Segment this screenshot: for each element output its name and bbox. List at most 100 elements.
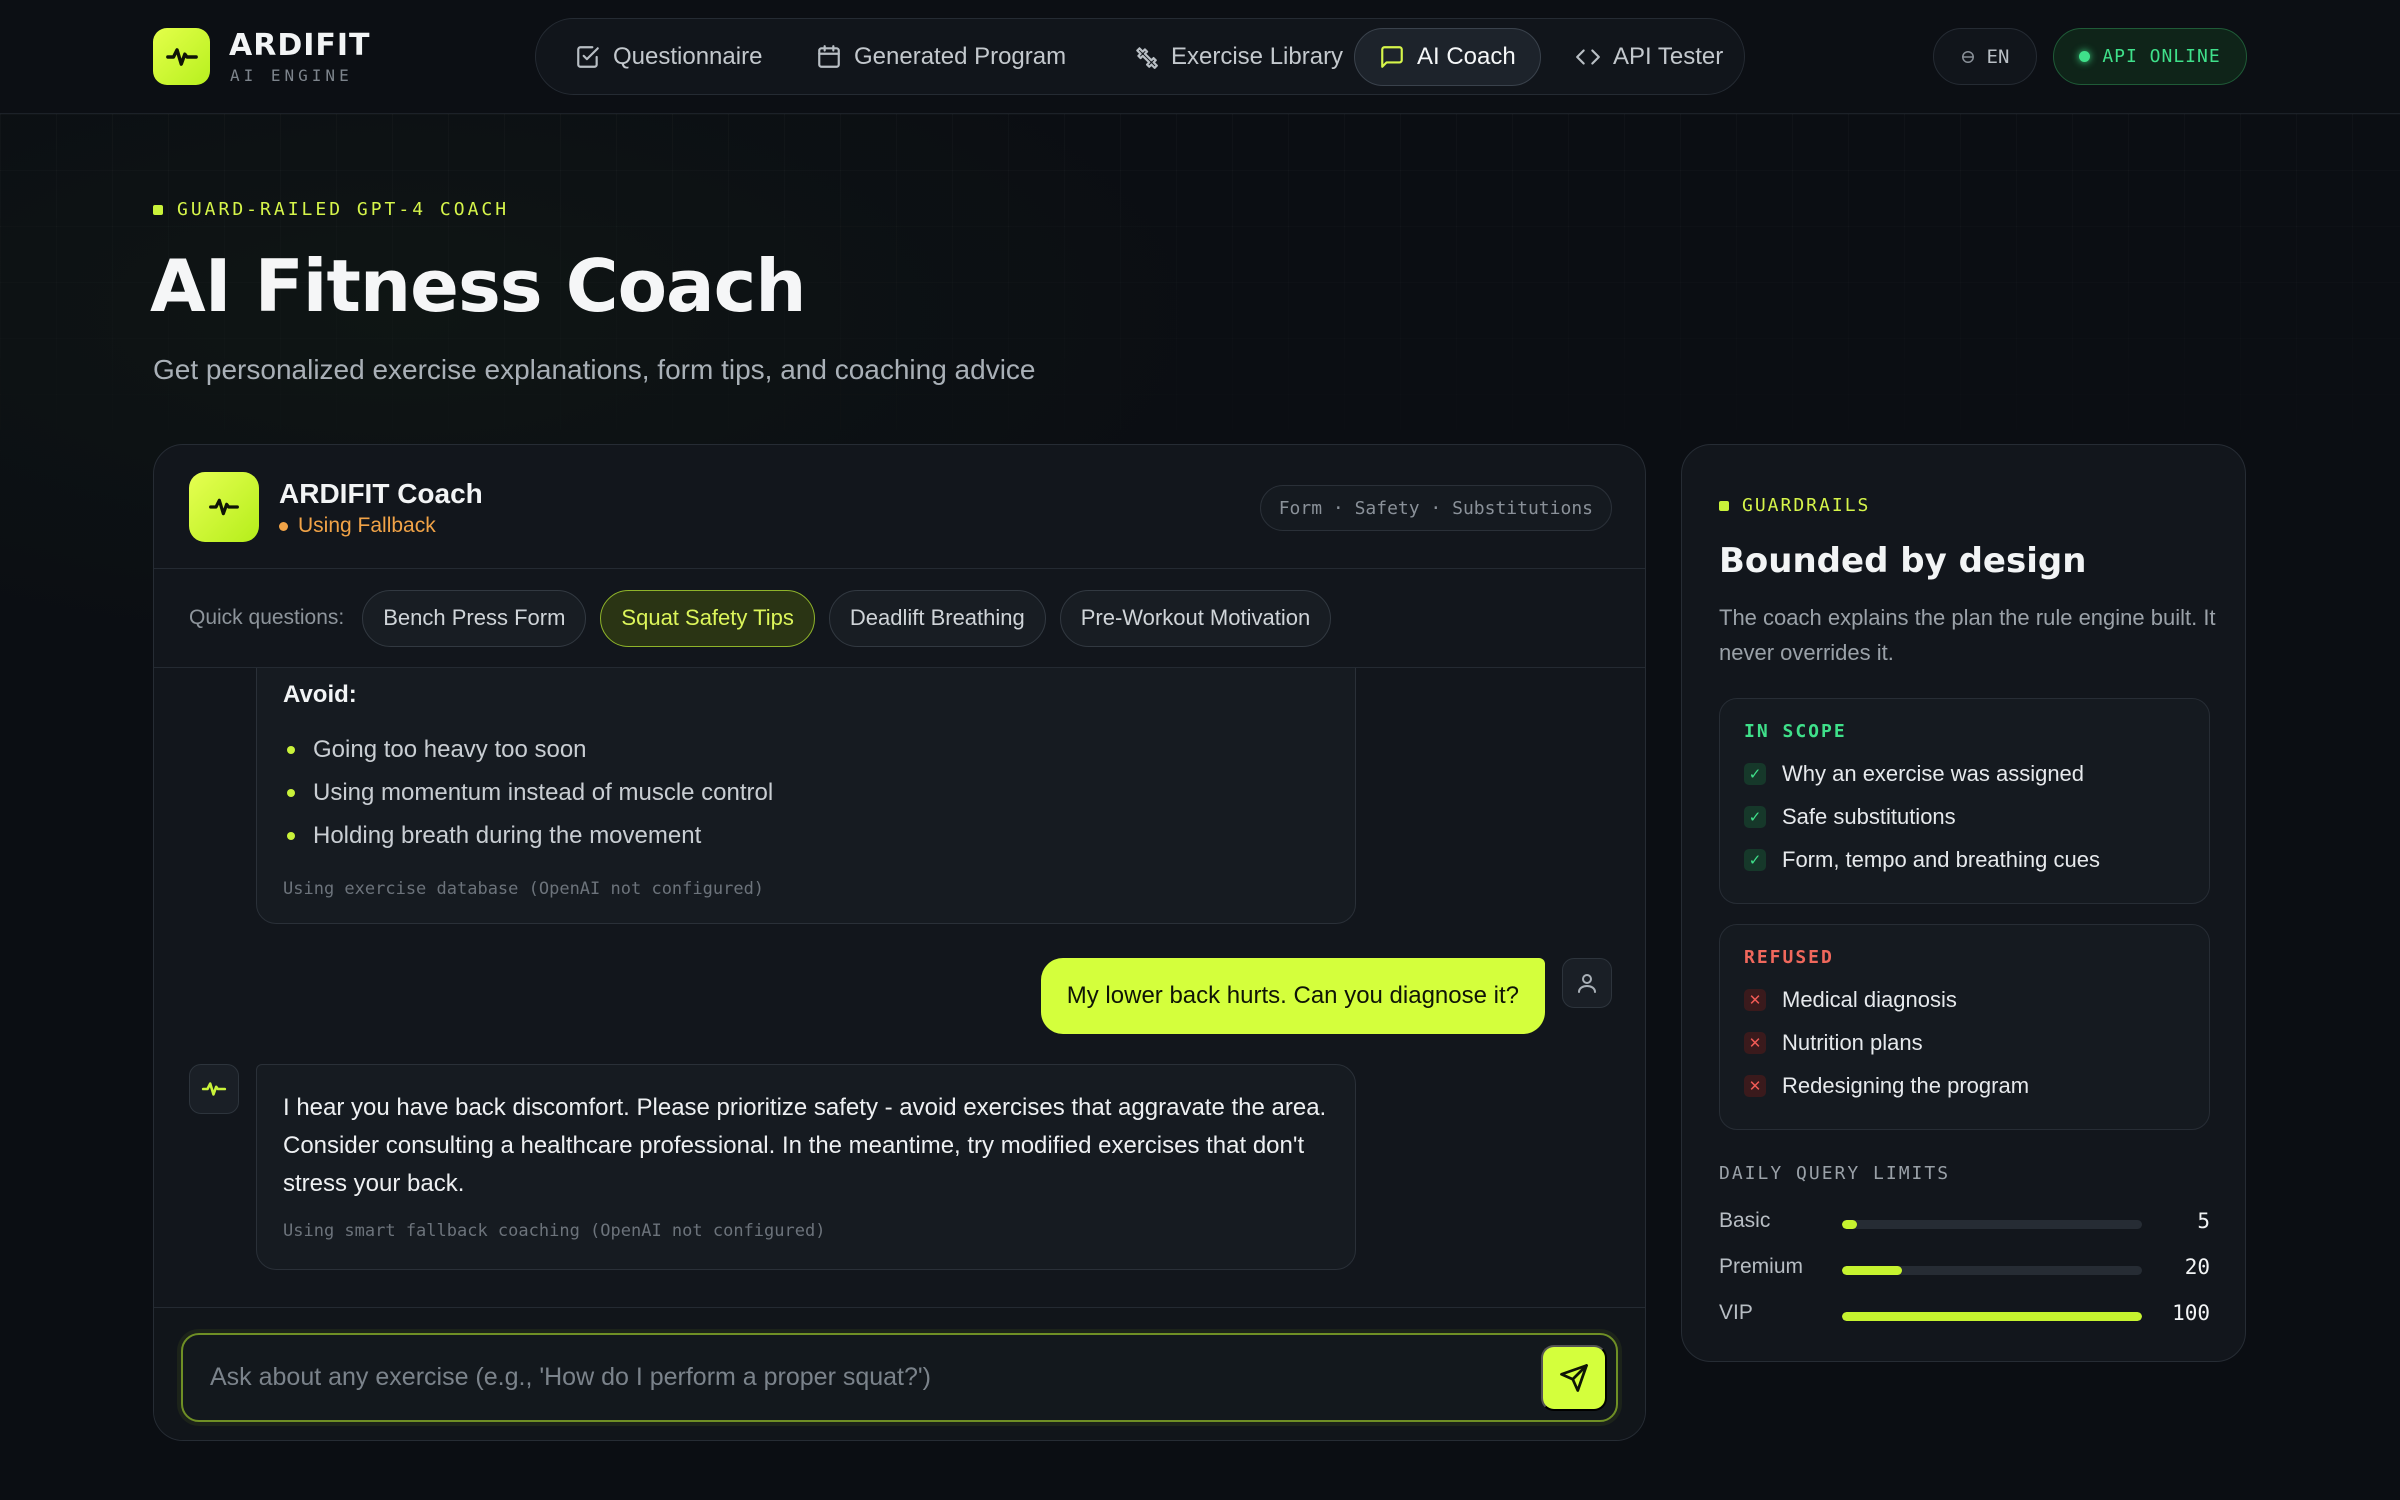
quick-question-squat-safety[interactable]: Squat Safety Tips — [600, 589, 815, 647]
nav-tab-api-tester[interactable]: API Tester — [1551, 28, 1747, 86]
nav-tab-exercise-library[interactable]: Exercise Library — [1109, 28, 1367, 86]
limit-value: 5 — [2197, 1209, 2210, 1233]
limit-bar-fill — [1842, 1312, 2142, 1321]
coach-status-text: Using Fallback — [298, 514, 436, 537]
bot-avatar-pulse-icon — [189, 1064, 239, 1114]
nav-label: Generated Program — [854, 43, 1067, 70]
limit-bar-fill — [1842, 1220, 1857, 1229]
user-avatar-icon — [1562, 958, 1612, 1008]
list-item: ✓ Why an exercise was assigned — [1744, 752, 2185, 795]
code-icon — [1576, 49, 1600, 65]
limit-tier-name: VIP — [1719, 1301, 1753, 1324]
page-title: AI Fitness Coach — [150, 244, 807, 328]
composer-area — [154, 1307, 1645, 1440]
bullet-square-icon — [153, 204, 163, 215]
top-bar: ARDIFIT AI ENGINE Questionnaire Generate… — [0, 0, 2400, 114]
x-icon: ✕ — [1744, 1031, 1766, 1054]
list-item-label: Medical diagnosis — [1782, 986, 1957, 1012]
limit-bar-fill — [1842, 1266, 1902, 1275]
quick-question-bench-press[interactable]: Bench Press Form — [362, 589, 587, 647]
list-item: ✕ Nutrition plans — [1744, 1021, 2185, 1064]
in-scope-title: IN SCOPE — [1744, 721, 1847, 742]
message-text: I hear you have back discomfort. Please … — [283, 1094, 1327, 1197]
message-source-note: Using smart fallback coaching (OpenAI no… — [283, 1221, 826, 1241]
globe-icon — [1961, 50, 1974, 63]
list-item: Holding breath during the movement — [283, 814, 1329, 857]
quick-question-pre-workout[interactable]: Pre-Workout Motivation — [1059, 589, 1332, 647]
chat-header: ARDIFIT Coach Using Fallback Form · Safe… — [154, 445, 1645, 569]
check-icon: ✓ — [1744, 805, 1766, 828]
list-item: Using momentum instead of muscle control — [283, 771, 1329, 814]
coach-name: ARDIFIT Coach — [279, 478, 483, 509]
status-dot-icon — [2079, 51, 2091, 62]
limit-row-vip: VIP 100 — [1719, 1299, 2210, 1329]
list-item: ✓ Form, tempo and breathing cues — [1744, 838, 2185, 881]
api-status-label: API ONLINE — [2102, 46, 2221, 67]
list-item: ✓ Safe substitutions — [1744, 795, 2185, 838]
brand-name: ARDIFIT — [229, 28, 371, 63]
x-icon: ✕ — [1744, 1074, 1766, 1097]
status-dot-icon — [279, 521, 288, 531]
nav-label: AI Coach — [1417, 43, 1516, 70]
coach-avatar-pulse-icon — [189, 472, 259, 542]
in-scope-box: IN SCOPE ✓ Why an exercise was assigned ✓… — [1719, 698, 2210, 904]
chat-input[interactable] — [183, 1335, 1523, 1420]
in-scope-list: ✓ Why an exercise was assigned ✓ Safe subs… — [1744, 752, 2185, 881]
nav-tab-ai-coach[interactable]: AI Coach — [1354, 28, 1541, 86]
guardrails-eyebrow-text: GUARDRAILS — [1742, 495, 1871, 516]
list-item: ✕ Redesigning the program — [1744, 1064, 2185, 1107]
composer — [181, 1333, 1618, 1422]
guardrails-panel: GUARDRAILS Bounded by design The coach e… — [1681, 444, 2246, 1362]
quick-questions: Quick questions: Bench Press Form Squat … — [154, 569, 1645, 668]
list-item-label: Why an exercise was assigned — [1782, 760, 2085, 786]
message-list[interactable]: Avoid: Going too heavy too soon Using mo… — [154, 668, 1645, 1307]
limit-bar — [1842, 1312, 2142, 1321]
hero-eyebrow-text: GUARD-RAILED GPT-4 COACH — [177, 199, 510, 220]
user-message: My lower back hurts. Can you diagnose it… — [1040, 958, 1545, 1034]
nav-tab-questionnaire[interactable]: Questionnaire — [551, 28, 786, 86]
dumbbell-icon — [1136, 47, 1158, 69]
limit-value: 20 — [2184, 1255, 2210, 1279]
bot-message: Avoid: Going too heavy too soon Using mo… — [256, 668, 1356, 924]
logo-pulse-icon[interactable] — [153, 28, 210, 85]
language-label: EN — [1986, 45, 2010, 68]
nav-label: API Tester — [1613, 43, 1724, 70]
limit-tier-name: Premium — [1719, 1255, 1804, 1278]
send-icon — [1560, 1364, 1588, 1392]
limit-value: 100 — [2172, 1301, 2210, 1325]
guardrails-title: Bounded by design — [1719, 541, 2087, 581]
message-heading: Avoid: — [283, 681, 357, 708]
language-selector[interactable]: EN — [1933, 28, 2037, 85]
list-item-label: Nutrition plans — [1782, 1029, 1923, 1055]
list-item: Going too heavy too soon — [283, 728, 1329, 771]
bullet-square-icon — [1719, 500, 1729, 511]
quick-questions-label: Quick questions: — [189, 606, 345, 629]
bot-message: I hear you have back discomfort. Please … — [256, 1064, 1356, 1270]
limit-tier-name: Basic — [1719, 1209, 1771, 1232]
hero-eyebrow: GUARD-RAILED GPT-4 COACH — [153, 199, 509, 220]
list-item-label: Form, tempo and breathing cues — [1782, 846, 2100, 872]
limit-row-basic: Basic 5 — [1719, 1207, 2210, 1237]
quick-question-deadlift-breathing[interactable]: Deadlift Breathing — [828, 589, 1046, 647]
query-limits-title: DAILY QUERY LIMITS — [1719, 1163, 1951, 1184]
refused-title: REFUSED — [1744, 947, 1834, 968]
refused-box: REFUSED ✕ Medical diagnosis ✕ Nutrition pl… — [1719, 924, 2210, 1130]
refused-list: ✕ Medical diagnosis ✕ Nutrition plans ✕ Red… — [1744, 978, 2185, 1107]
guardrails-description: The coach explains the plan the rule eng… — [1719, 605, 2216, 665]
guardrails-eyebrow: GUARDRAILS — [1719, 495, 1870, 516]
topic-tags: Form · Safety · Substitutions — [1259, 485, 1612, 531]
api-status-badge: API ONLINE — [2053, 28, 2247, 85]
limit-bar — [1842, 1220, 2142, 1229]
check-icon: ✓ — [1744, 762, 1766, 785]
main-nav: Questionnaire Generated Program Exercise… — [535, 18, 1745, 95]
check-icon: ✓ — [1744, 848, 1766, 871]
nav-tab-generated-program[interactable]: Generated Program — [792, 28, 1090, 86]
list-item-label: Redesigning the program — [1782, 1072, 2030, 1098]
coach-status: Using Fallback — [279, 514, 436, 538]
brand-subtitle: AI ENGINE — [230, 66, 353, 85]
x-icon: ✕ — [1744, 988, 1766, 1011]
message-source-note: Using exercise database (OpenAI not conf… — [283, 879, 765, 899]
send-button[interactable] — [1541, 1345, 1607, 1411]
page-subtitle: Get personalized exercise explanations, … — [153, 354, 1036, 385]
list-item: ✕ Medical diagnosis — [1744, 978, 2185, 1021]
